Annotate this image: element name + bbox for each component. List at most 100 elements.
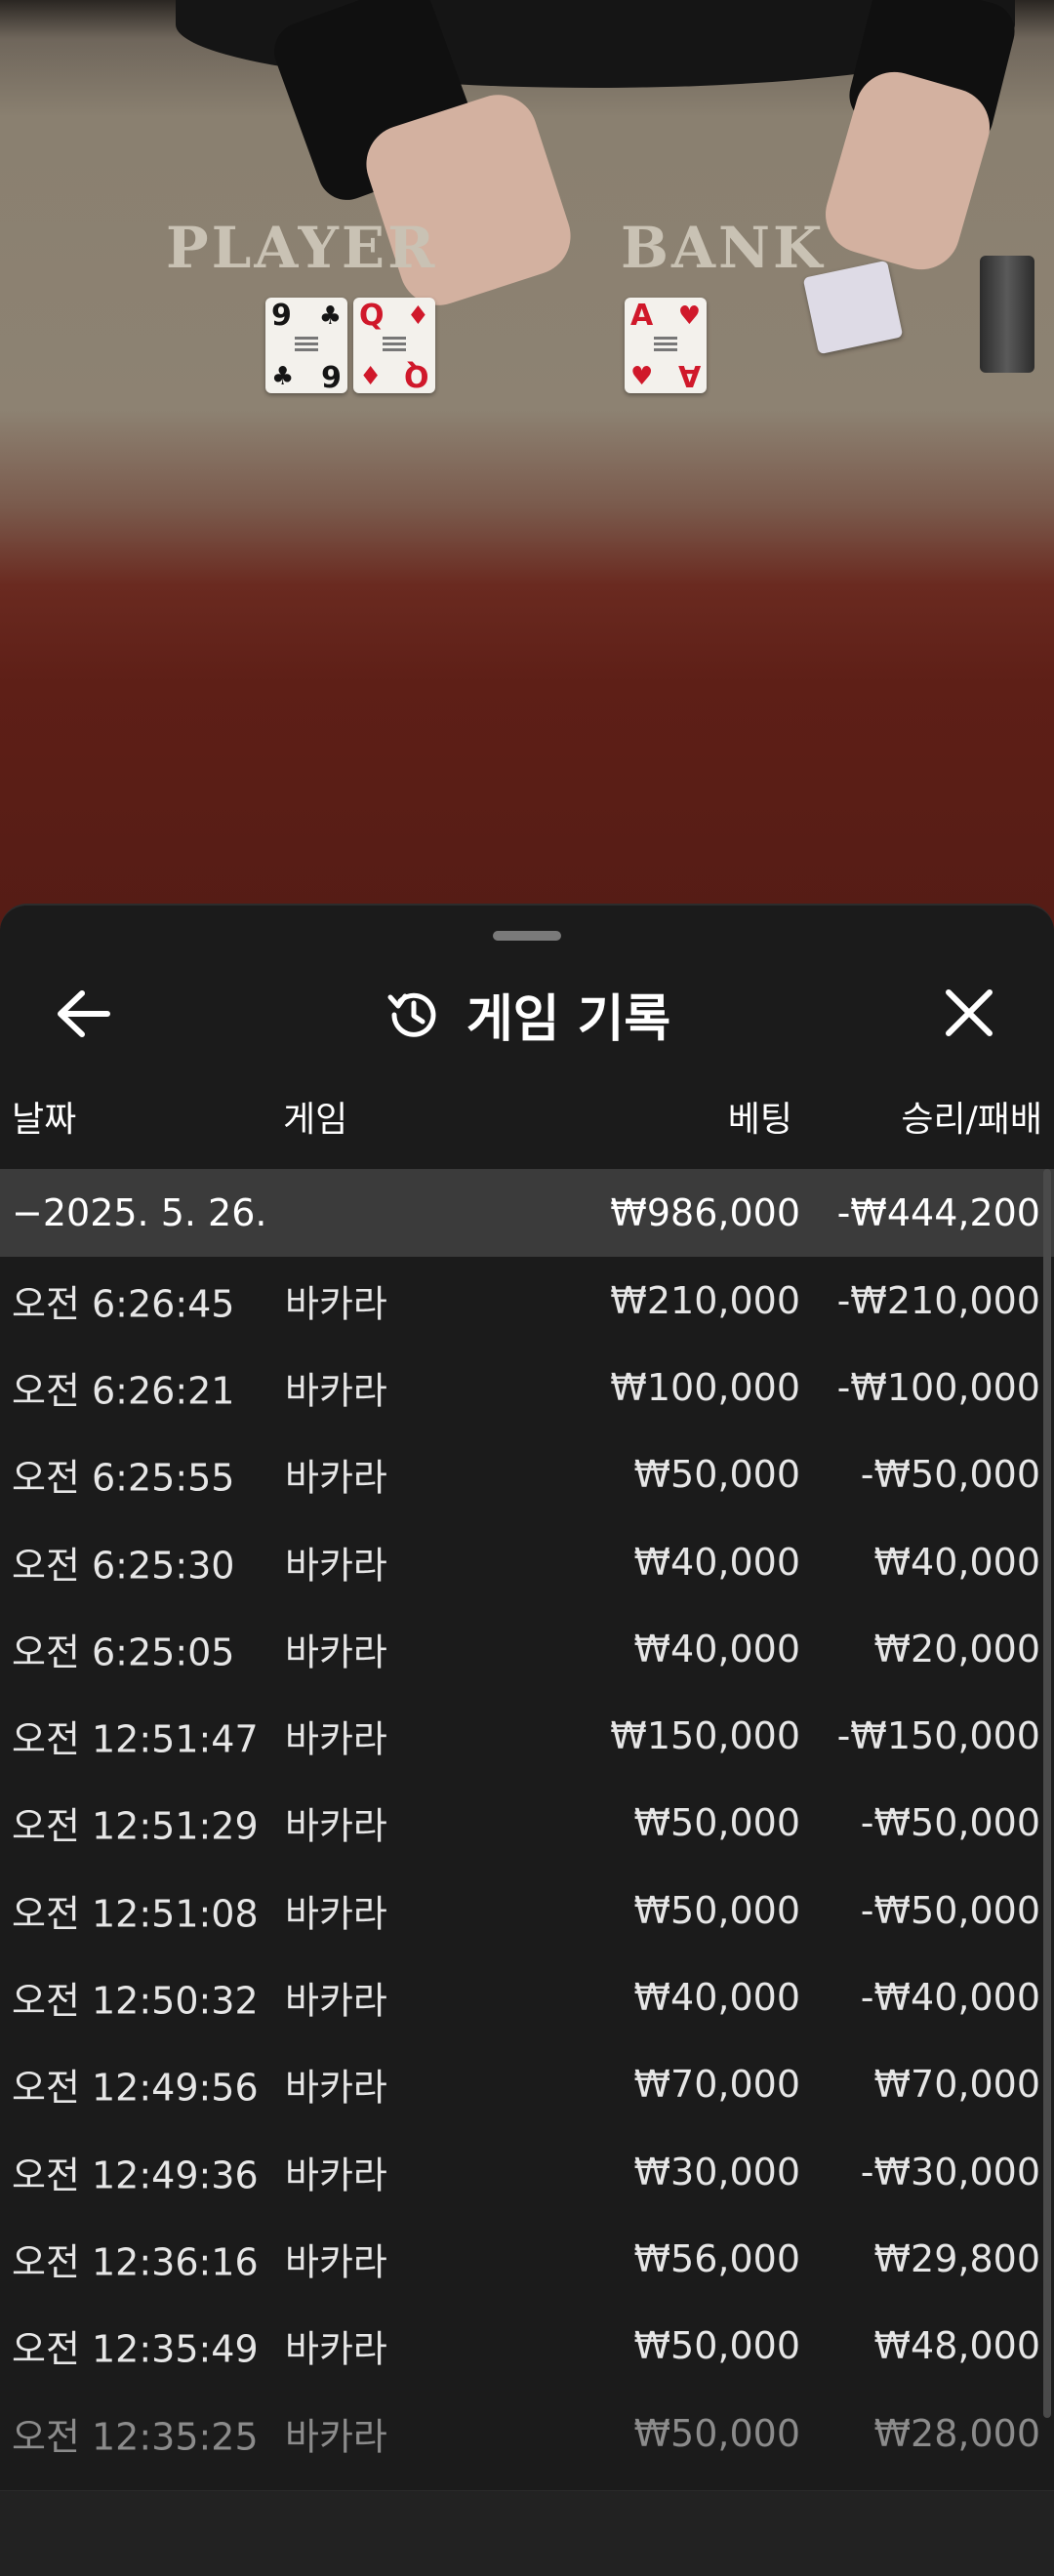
row-bet: ₩50,000 bbox=[633, 2411, 800, 2455]
row-game: 바카라 bbox=[285, 2066, 387, 2110]
table-row[interactable]: 오전 6:25:05 바카라 ₩40,000 ₩20,000 bbox=[0, 1605, 1054, 1692]
table-row[interactable]: 오전 12:36:16 바카라 ₩56,000 ₩29,800 bbox=[0, 2215, 1054, 2302]
table-row[interactable]: 오전 12:51:08 바카라 ₩50,000 -₩50,000 bbox=[0, 1867, 1054, 1953]
sheet-drag-handle[interactable] bbox=[493, 931, 561, 941]
row-result: ₩40,000 bbox=[873, 1540, 1040, 1584]
row-time: 오전 12:35:25 bbox=[12, 2415, 259, 2458]
row-result: -₩40,000 bbox=[860, 1976, 1040, 2020]
row-game: 바카라 bbox=[285, 1544, 387, 1588]
row-bet: ₩50,000 bbox=[633, 2324, 800, 2368]
column-header-date[interactable]: 날짜 bbox=[12, 1091, 76, 1142]
row-result: ₩70,000 bbox=[873, 2063, 1040, 2107]
row-bet: ₩40,000 bbox=[633, 1540, 800, 1584]
banker-area-label: BANK bbox=[621, 215, 826, 281]
group-result-total: -₩444,200 bbox=[836, 1191, 1040, 1234]
row-game: 바카라 bbox=[285, 1979, 387, 2023]
table-row[interactable]: 오전 12:35:25 바카라 ₩50,000 ₩28,000 bbox=[0, 2390, 1054, 2476]
row-time: 오전 12:51:47 bbox=[12, 1717, 259, 1761]
row-bet: ₩40,000 bbox=[633, 1976, 800, 2020]
card-shoe bbox=[980, 256, 1034, 373]
player-area-label: PLAYER bbox=[166, 215, 438, 281]
close-button[interactable] bbox=[929, 980, 1007, 1048]
table-row[interactable]: 오전 6:25:30 바카라 ₩40,000 ₩40,000 bbox=[0, 1518, 1054, 1605]
table-row[interactable]: 오전 6:26:45 바카라 ₩210,000 -₩210,000 bbox=[0, 1257, 1054, 1344]
row-time: 오전 12:51:29 bbox=[12, 1804, 259, 1848]
row-game: 바카라 bbox=[285, 1804, 387, 1848]
card-suit-bottom: ♦ bbox=[359, 362, 383, 391]
row-bet: ₩40,000 bbox=[633, 1627, 800, 1670]
table-row[interactable]: 오전 6:25:55 바카라 ₩50,000 -₩50,000 bbox=[0, 1431, 1054, 1518]
column-header-result[interactable]: 승리/패배 bbox=[901, 1091, 1042, 1142]
row-game: 바카라 bbox=[285, 2240, 387, 2284]
scrollbar[interactable] bbox=[1043, 1169, 1051, 2418]
column-header-game[interactable]: 게임 bbox=[283, 1091, 347, 1142]
table-row[interactable]: 오전 12:49:56 바카라 ₩70,000 ₩70,000 bbox=[0, 2041, 1054, 2128]
row-bet: ₩56,000 bbox=[633, 2236, 800, 2280]
row-time: 오전 12:49:56 bbox=[12, 2066, 259, 2110]
row-bet: ₩50,000 bbox=[633, 1801, 800, 1845]
row-bet: ₩100,000 bbox=[610, 1365, 800, 1409]
card-rank-bottom: 6 bbox=[321, 358, 342, 392]
row-time: 오전 12:49:36 bbox=[12, 2153, 259, 2197]
row-bet: ₩50,000 bbox=[633, 1888, 800, 1932]
group-bet-total: ₩986,000 bbox=[610, 1191, 800, 1234]
banker-card-1: A ♥ ♥ A bbox=[625, 298, 707, 393]
row-bet: ₩70,000 bbox=[633, 2063, 800, 2107]
row-result: -₩50,000 bbox=[860, 1453, 1040, 1497]
sheet-title-group: 게임 기록 bbox=[0, 978, 1054, 1051]
row-time: 오전 6:26:45 bbox=[12, 1282, 235, 1326]
card-rank-bottom: Q bbox=[404, 358, 429, 392]
close-icon bbox=[946, 989, 993, 1036]
card-rank: Q bbox=[359, 299, 385, 333]
sheet-header: 게임 기록 bbox=[0, 964, 1054, 1062]
card-suit-bottom: ♣ bbox=[271, 362, 295, 391]
face-down-card bbox=[802, 260, 904, 355]
group-date: −2025. 5. 26. bbox=[12, 1191, 267, 1234]
card-rank-bottom: A bbox=[677, 358, 701, 392]
column-header-bet[interactable]: 베팅 bbox=[728, 1091, 792, 1142]
row-game: 바카라 bbox=[285, 1456, 387, 1500]
row-result: ₩20,000 bbox=[873, 1627, 1040, 1670]
row-time: 오전 6:26:21 bbox=[12, 1369, 235, 1413]
player-card-2: Q ♦ ♦ Q bbox=[353, 298, 435, 393]
table-row[interactable]: 오전 12:49:36 바카라 ₩30,000 -₩30,000 bbox=[0, 2128, 1054, 2215]
row-result: -₩100,000 bbox=[836, 1365, 1040, 1409]
table-row[interactable]: 오전 12:35:49 바카라 ₩50,000 ₩48,000 bbox=[0, 2303, 1054, 2390]
history-table-body: −2025. 5. 26. ₩986,000 -₩444,200 오전 6:26… bbox=[0, 1169, 1054, 2476]
card-suit: ♣ bbox=[318, 302, 342, 331]
row-game: 바카라 bbox=[285, 1369, 387, 1413]
table-header: 날짜 게임 베팅 승리/패배 bbox=[0, 1091, 1054, 1144]
dealer-right-hand bbox=[816, 62, 999, 279]
game-history-sheet: 게임 기록 날짜 게임 베팅 승리/패배 −2025. 5. 26. ₩986,… bbox=[0, 904, 1054, 2576]
row-bet: ₩150,000 bbox=[610, 1714, 800, 1758]
table-row[interactable]: 오전 6:26:21 바카라 ₩100,000 -₩100,000 bbox=[0, 1344, 1054, 1430]
row-time: 오전 12:51:08 bbox=[12, 1892, 259, 1936]
row-game: 바카라 bbox=[285, 1717, 387, 1761]
row-game: 바카라 bbox=[285, 2153, 387, 2197]
card-pip bbox=[383, 337, 406, 354]
table-row[interactable]: 오전 12:50:32 바카라 ₩40,000 -₩40,000 bbox=[0, 1953, 1054, 2040]
row-result: -₩30,000 bbox=[860, 2150, 1040, 2194]
row-result: -₩50,000 bbox=[860, 1801, 1040, 1845]
live-video-feed: PLAYER BANK 9 ♣ ♣ 6 Q ♦ ♦ Q A ♥ ♥ A bbox=[0, 0, 1054, 937]
date-group-row[interactable]: −2025. 5. 26. ₩986,000 -₩444,200 bbox=[0, 1169, 1054, 1257]
row-result: ₩29,800 bbox=[873, 2236, 1040, 2280]
page-title: 게임 기록 bbox=[466, 990, 671, 1049]
card-pip bbox=[654, 337, 677, 354]
row-bet: ₩50,000 bbox=[633, 1453, 800, 1497]
table-row[interactable]: 오전 12:51:47 바카라 ₩150,000 -₩150,000 bbox=[0, 1692, 1054, 1779]
table-row[interactable]: 오전 12:51:29 바카라 ₩50,000 -₩50,000 bbox=[0, 1780, 1054, 1867]
history-icon bbox=[387, 992, 436, 1037]
row-result: -₩50,000 bbox=[860, 1888, 1040, 1932]
row-time: 오전 6:25:05 bbox=[12, 1630, 235, 1674]
row-game: 바카라 bbox=[285, 1892, 387, 1936]
row-result: -₩150,000 bbox=[836, 1714, 1040, 1758]
card-pip bbox=[295, 337, 318, 354]
row-time: 오전 6:25:30 bbox=[12, 1544, 235, 1588]
row-game: 바카라 bbox=[285, 1630, 387, 1674]
card-rank: A bbox=[630, 299, 654, 333]
row-time: 오전 6:25:55 bbox=[12, 1456, 235, 1500]
row-bet: ₩210,000 bbox=[610, 1278, 800, 1322]
sheet-footer bbox=[0, 2490, 1054, 2576]
row-time: 오전 12:50:32 bbox=[12, 1979, 259, 2023]
